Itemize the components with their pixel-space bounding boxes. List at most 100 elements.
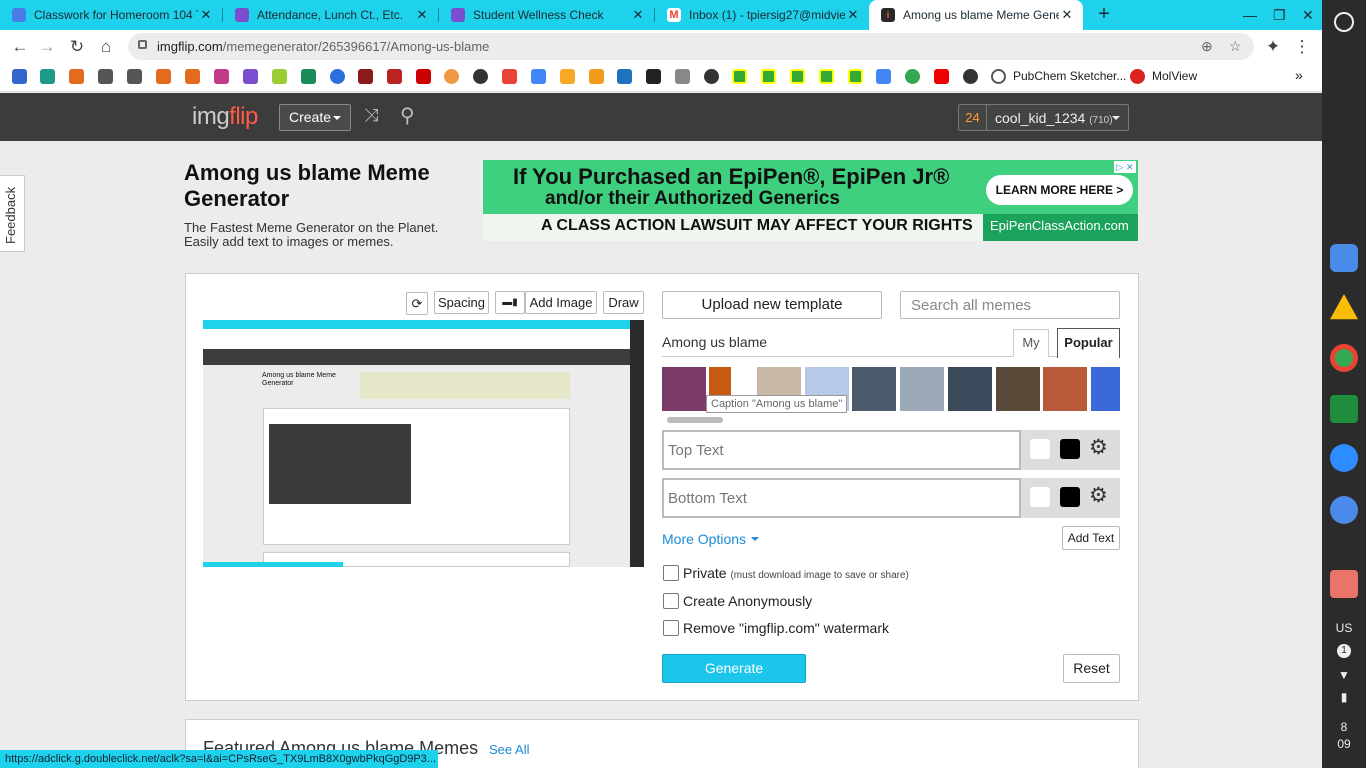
draw-button[interactable]: Draw	[603, 291, 644, 314]
template-thumb[interactable]	[948, 367, 992, 411]
see-all-link[interactable]: See All	[489, 742, 529, 757]
bookmark-icon[interactable]	[156, 69, 171, 84]
close-tab-icon[interactable]: ✕	[630, 7, 646, 23]
thumbnails-scrollbar[interactable]	[667, 417, 723, 423]
text-color-swatch[interactable]	[1030, 487, 1050, 507]
text-color-swatch[interactable]	[1030, 439, 1050, 459]
meme-image-canvas[interactable]: Among us blame Meme Generator	[203, 320, 644, 567]
home-icon[interactable]: ⌂	[96, 37, 116, 57]
template-thumb[interactable]	[852, 367, 896, 411]
bottom-text-input[interactable]	[662, 478, 1021, 518]
globe-icon[interactable]	[704, 69, 719, 84]
tab-imgflip[interactable]: i Among us blame Meme Generat... ✕	[869, 0, 1083, 30]
feedback-tab[interactable]: Feedback	[0, 175, 25, 252]
watermark-checkbox[interactable]	[663, 620, 679, 636]
notification-count[interactable]: 24	[959, 105, 987, 130]
close-tab-icon[interactable]: ✕	[198, 7, 214, 23]
bookmark-icon[interactable]	[243, 69, 258, 84]
template-thumb[interactable]	[662, 367, 706, 411]
google-icon[interactable]	[876, 69, 891, 84]
close-tab-icon[interactable]: ✕	[845, 7, 861, 23]
restore-icon[interactable]: ❐	[1273, 7, 1286, 24]
bookmark-pubchem[interactable]: PubChem Sketcher...	[1013, 69, 1126, 83]
bookmark-icon[interactable]	[675, 69, 690, 84]
more-options-link[interactable]: More Options	[662, 531, 759, 547]
back-icon[interactable]: ←	[10, 37, 30, 57]
reload-icon[interactable]: ↻	[67, 37, 87, 57]
tab-classwork[interactable]: Classwork for Homeroom 104 T... ✕	[0, 0, 222, 30]
chrome-icon[interactable]	[1330, 344, 1358, 372]
spacing-button[interactable]: Spacing	[434, 291, 489, 314]
launcher-icon[interactable]	[1334, 12, 1354, 32]
bookmark-icon[interactable]	[905, 69, 920, 84]
bookmark-icon[interactable]	[12, 69, 27, 84]
bookmark-icon[interactable]	[589, 69, 604, 84]
bookmark-icon[interactable]	[358, 69, 373, 84]
tab-attendance[interactable]: Attendance, Lunch Ct., Etc. ✕	[223, 0, 438, 30]
create-button[interactable]: Create	[279, 104, 351, 131]
globe-icon[interactable]	[473, 69, 488, 84]
exit-icon[interactable]	[1330, 570, 1358, 598]
address-bar[interactable]: imgflip.com/memegenerator/265396617/Amon…	[128, 33, 1254, 60]
private-checkbox[interactable]	[663, 565, 679, 581]
ad-cta-button[interactable]: LEARN MORE HERE >	[986, 175, 1133, 205]
ad-close-icon[interactable]: ▷ ✕	[1114, 161, 1136, 173]
add-image-button[interactable]: Add Image	[525, 291, 597, 314]
add-text-button[interactable]: Add Text	[1062, 526, 1120, 550]
bookmark-star-icon[interactable]: ☆	[1229, 38, 1242, 55]
input-language[interactable]: US	[1322, 621, 1366, 635]
reset-button[interactable]: Reset	[1063, 654, 1120, 683]
outline-color-swatch[interactable]	[1060, 439, 1080, 459]
close-tab-icon[interactable]: ✕	[414, 7, 430, 23]
cnn-icon[interactable]	[416, 69, 431, 84]
anonymous-checkbox[interactable]	[663, 593, 679, 609]
bookmark-icon[interactable]	[560, 69, 575, 84]
menu-dots-icon[interactable]: ⋮	[1292, 37, 1312, 57]
molview-icon[interactable]	[1130, 69, 1145, 84]
bookmark-icon[interactable]	[819, 69, 834, 84]
settings-icon[interactable]	[1330, 496, 1358, 524]
tab-my-memes[interactable]: My	[1013, 329, 1049, 357]
battery-icon[interactable]: ▮	[1322, 690, 1366, 704]
bookmark-icon[interactable]	[761, 69, 776, 84]
files-icon[interactable]	[1330, 244, 1358, 272]
bookmark-icon[interactable]	[732, 69, 747, 84]
shuffle-icon[interactable]: ⤨	[364, 105, 378, 126]
bookmark-icon[interactable]	[848, 69, 863, 84]
bookmark-icon[interactable]	[272, 69, 287, 84]
gear-icon[interactable]: ⚙	[1089, 485, 1108, 507]
bookmark-icon[interactable]	[617, 69, 632, 84]
close-tab-icon[interactable]: ✕	[1059, 7, 1075, 23]
drive-icon[interactable]	[1330, 294, 1358, 320]
search-memes-input[interactable]	[900, 291, 1120, 319]
tab-gmail[interactable]: M Inbox (1) - tpiersig27@midview... ✕	[655, 0, 869, 30]
outline-color-swatch[interactable]	[1060, 487, 1080, 507]
pubchem-icon[interactable]	[991, 69, 1006, 84]
rotate-icon[interactable]: ⟳	[406, 292, 428, 315]
globe-icon[interactable]	[963, 69, 978, 84]
gmail-icon[interactable]	[502, 69, 517, 84]
clock-hour[interactable]: 8	[1322, 720, 1366, 734]
template-thumb[interactable]	[1091, 367, 1120, 411]
bookmark-molview[interactable]: MolView	[1152, 69, 1197, 83]
bookmark-icon[interactable]	[185, 69, 200, 84]
bookmark-icon[interactable]	[387, 69, 402, 84]
clock-minute[interactable]: 09	[1322, 737, 1366, 751]
generate-button[interactable]: Generate	[662, 654, 806, 683]
tab-popular-memes[interactable]: Popular	[1057, 328, 1120, 358]
notification-badge[interactable]: 1	[1337, 644, 1351, 658]
window-close-icon[interactable]: ✕	[1302, 7, 1314, 24]
template-thumb[interactable]	[996, 367, 1040, 411]
template-thumb[interactable]	[900, 367, 944, 411]
zoom-icon[interactable]	[1330, 444, 1358, 472]
phet-icon[interactable]	[646, 69, 661, 84]
gear-icon[interactable]: ⚙	[1089, 437, 1108, 459]
classroom-icon[interactable]	[1330, 395, 1358, 423]
install-icon[interactable]: ⊕	[1201, 38, 1213, 55]
bookmark-icon[interactable]	[214, 69, 229, 84]
forward-icon[interactable]: →	[37, 37, 57, 57]
bookmark-icon[interactable]	[330, 69, 345, 84]
bookmark-icon[interactable]	[127, 69, 142, 84]
bookmark-icon[interactable]	[40, 69, 55, 84]
bookmark-icon[interactable]	[301, 69, 316, 84]
